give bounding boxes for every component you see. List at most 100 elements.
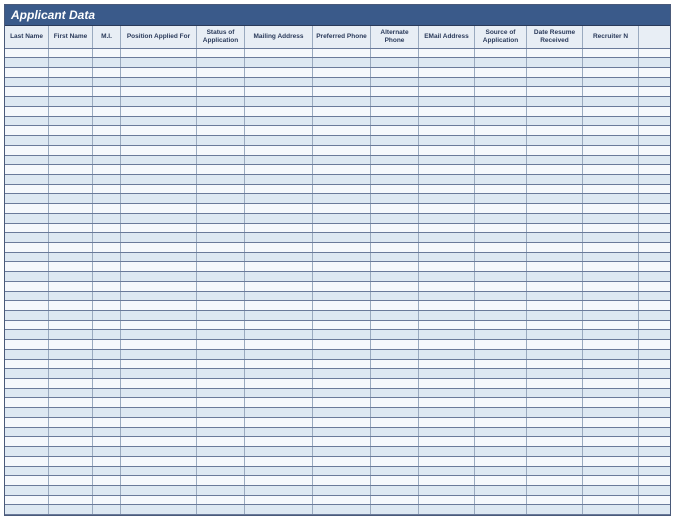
cell[interactable]: [475, 369, 527, 378]
cell[interactable]: [419, 301, 475, 310]
cell[interactable]: [371, 340, 419, 349]
cell[interactable]: [419, 447, 475, 456]
cell[interactable]: [5, 272, 49, 281]
cell[interactable]: [527, 408, 583, 417]
cell[interactable]: [527, 418, 583, 427]
cell[interactable]: [583, 146, 639, 155]
cell[interactable]: [475, 457, 527, 466]
cell[interactable]: [527, 360, 583, 369]
cell[interactable]: [197, 175, 245, 184]
cell[interactable]: [583, 117, 639, 126]
cell[interactable]: [527, 87, 583, 96]
cell[interactable]: [5, 185, 49, 194]
cell[interactable]: [245, 379, 313, 388]
cell[interactable]: [583, 340, 639, 349]
cell[interactable]: [121, 428, 197, 437]
cell[interactable]: [475, 311, 527, 320]
cell[interactable]: [419, 379, 475, 388]
cell[interactable]: [583, 301, 639, 310]
cell[interactable]: [49, 68, 93, 77]
cell[interactable]: [93, 49, 121, 58]
cell[interactable]: [475, 136, 527, 145]
cell[interactable]: [121, 117, 197, 126]
cell[interactable]: [5, 311, 49, 320]
cell[interactable]: [245, 282, 313, 291]
cell[interactable]: [527, 428, 583, 437]
cell[interactable]: [5, 126, 49, 135]
cell[interactable]: [371, 301, 419, 310]
cell[interactable]: [527, 292, 583, 301]
cell[interactable]: [197, 49, 245, 58]
cell[interactable]: [475, 282, 527, 291]
cell[interactable]: [583, 262, 639, 271]
cell[interactable]: [583, 408, 639, 417]
cell[interactable]: [5, 379, 49, 388]
cell[interactable]: [49, 428, 93, 437]
cell[interactable]: [245, 224, 313, 233]
cell[interactable]: [5, 418, 49, 427]
cell[interactable]: [475, 389, 527, 398]
cell[interactable]: [419, 272, 475, 281]
cell[interactable]: [121, 49, 197, 58]
cell[interactable]: [475, 292, 527, 301]
cell[interactable]: [371, 136, 419, 145]
cell[interactable]: [197, 97, 245, 106]
cell[interactable]: [121, 243, 197, 252]
cell[interactable]: [121, 476, 197, 485]
cell[interactable]: [371, 321, 419, 330]
cell[interactable]: [313, 340, 371, 349]
cell[interactable]: [419, 467, 475, 476]
cell[interactable]: [313, 282, 371, 291]
cell[interactable]: [313, 457, 371, 466]
cell[interactable]: [197, 457, 245, 466]
cell[interactable]: [49, 78, 93, 87]
cell[interactable]: [121, 340, 197, 349]
cell[interactable]: [121, 146, 197, 155]
cell[interactable]: [5, 505, 49, 514]
cell[interactable]: [93, 369, 121, 378]
cell[interactable]: [419, 282, 475, 291]
cell[interactable]: [5, 243, 49, 252]
cell[interactable]: [583, 486, 639, 495]
cell[interactable]: [419, 486, 475, 495]
cell[interactable]: [583, 194, 639, 203]
cell[interactable]: [371, 224, 419, 233]
cell[interactable]: [475, 126, 527, 135]
cell[interactable]: [93, 282, 121, 291]
cell[interactable]: [5, 214, 49, 223]
cell[interactable]: [197, 292, 245, 301]
cell[interactable]: [371, 418, 419, 427]
cell[interactable]: [313, 350, 371, 359]
cell[interactable]: [121, 253, 197, 262]
col-header-prefphone[interactable]: Preferred Phone: [313, 26, 371, 48]
cell[interactable]: [49, 292, 93, 301]
cell[interactable]: [313, 418, 371, 427]
cell[interactable]: [197, 214, 245, 223]
cell[interactable]: [583, 126, 639, 135]
cell[interactable]: [527, 350, 583, 359]
cell[interactable]: [475, 78, 527, 87]
cell[interactable]: [371, 350, 419, 359]
cell[interactable]: [93, 194, 121, 203]
cell[interactable]: [93, 156, 121, 165]
cell[interactable]: [419, 194, 475, 203]
cell[interactable]: [121, 360, 197, 369]
cell[interactable]: [419, 117, 475, 126]
cell[interactable]: [5, 467, 49, 476]
cell[interactable]: [245, 107, 313, 116]
cell[interactable]: [49, 117, 93, 126]
cell[interactable]: [527, 194, 583, 203]
cell[interactable]: [583, 447, 639, 456]
cell[interactable]: [197, 379, 245, 388]
cell[interactable]: [5, 428, 49, 437]
cell[interactable]: [475, 194, 527, 203]
cell[interactable]: [419, 233, 475, 242]
col-header-email[interactable]: EMail Address: [419, 26, 475, 48]
cell[interactable]: [583, 87, 639, 96]
cell[interactable]: [313, 476, 371, 485]
cell[interactable]: [313, 146, 371, 155]
cell[interactable]: [197, 369, 245, 378]
cell[interactable]: [419, 437, 475, 446]
cell[interactable]: [475, 58, 527, 67]
cell[interactable]: [371, 126, 419, 135]
